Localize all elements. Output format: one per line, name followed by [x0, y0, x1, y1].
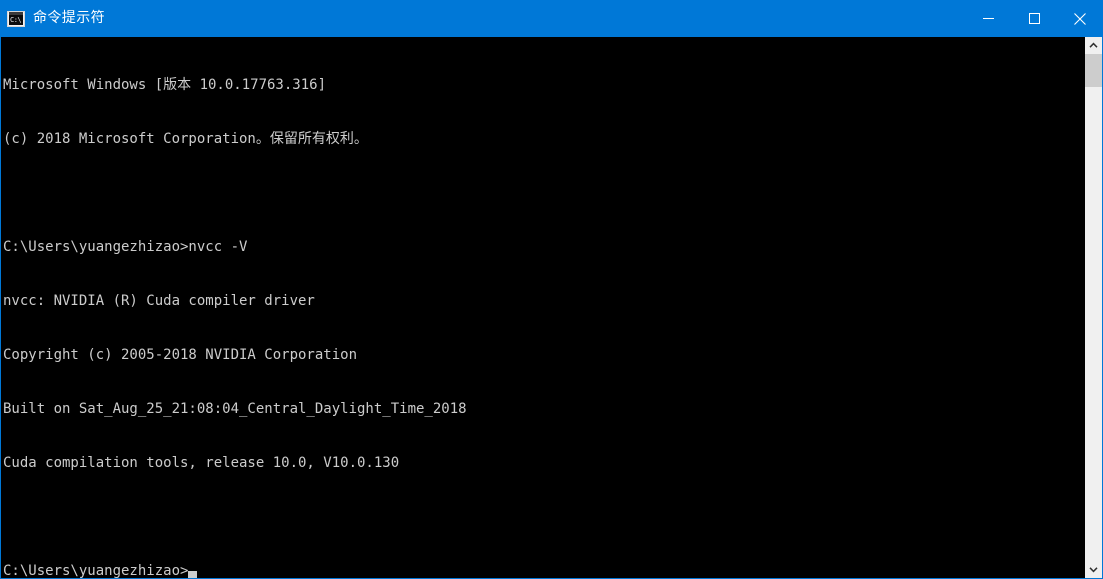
console-prompt-line: C:\Users\yuangezhizao>	[3, 562, 1084, 578]
console-line: Built on Sat_Aug_25_21:08:04_Central_Day…	[3, 401, 467, 417]
scrollbar-track[interactable]	[1085, 54, 1102, 561]
chevron-up-icon	[1089, 42, 1098, 48]
scrollbar-up-button[interactable]	[1085, 37, 1102, 54]
console-cursor	[188, 571, 198, 578]
console-line: (c) 2018 Microsoft Corporation。保留所有权利。	[3, 131, 368, 147]
console-output[interactable]: Microsoft Windows [版本 10.0.17763.316] (c…	[1, 37, 1084, 578]
console-prompt: C:\Users\yuangezhizao>	[3, 563, 189, 578]
scrollbar-down-button[interactable]	[1085, 561, 1102, 578]
window-title: 命令提示符	[33, 10, 105, 26]
maximize-button[interactable]	[1011, 0, 1057, 37]
minimize-button[interactable]	[965, 0, 1011, 37]
close-icon	[1074, 12, 1086, 25]
vertical-scrollbar[interactable]	[1084, 37, 1102, 578]
close-button[interactable]	[1057, 0, 1103, 37]
title-bar[interactable]: C:\ 命令提示符	[0, 0, 1103, 37]
console-line: Cuda compilation tools, release 10.0, V1…	[3, 455, 400, 471]
icon-screen-text: C:\	[9, 14, 23, 25]
window-controls	[965, 0, 1103, 37]
console-line: nvcc: NVIDIA (R) Cuda compiler driver	[3, 293, 315, 309]
scrollbar-thumb[interactable]	[1085, 54, 1102, 87]
console-line: Copyright (c) 2005-2018 NVIDIA Corporati…	[3, 347, 358, 363]
console-client-area: Microsoft Windows [版本 10.0.17763.316] (c…	[0, 37, 1103, 579]
console-line: Microsoft Windows [版本 10.0.17763.316]	[3, 77, 327, 93]
console-line-command: C:\Users\yuangezhizao>nvcc -V	[3, 239, 248, 255]
chevron-down-icon	[1089, 567, 1098, 573]
minimize-icon	[982, 18, 994, 19]
command-prompt-window: C:\ 命令提示符 Microsoft Windows [版本 10.0.177…	[0, 0, 1103, 579]
cmd-console-icon: C:\	[7, 10, 25, 27]
maximize-icon	[1028, 13, 1040, 24]
